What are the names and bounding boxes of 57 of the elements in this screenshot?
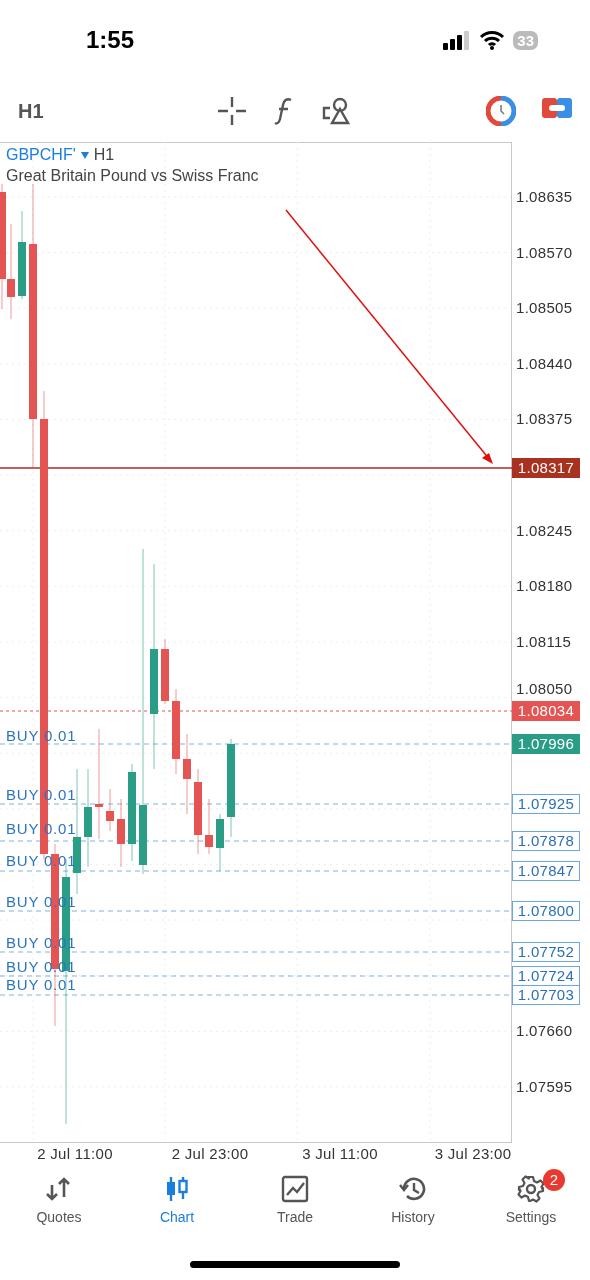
crosshair-icon[interactable] — [218, 97, 246, 125]
battery-level: 33 — [513, 30, 538, 50]
dropdown-icon[interactable] — [80, 151, 89, 159]
price-tag: 1.08034 — [512, 701, 580, 721]
price-axis-label: 1.07595 — [516, 1077, 573, 1096]
notification-badge: 2 — [542, 1169, 565, 1191]
candle — [106, 788, 114, 832]
candle — [117, 798, 125, 868]
order-price-tag: 1.07847 — [512, 861, 580, 881]
time-axis-label: 3 Jul 11:00 — [302, 1145, 378, 1162]
settings-icon — [517, 1175, 545, 1203]
order-price-tag: 1.07925 — [512, 794, 580, 814]
price-axis-label: 1.08050 — [516, 680, 573, 698]
price-axis-label: 1.08570 — [516, 243, 573, 262]
price-tag: 1.08317 — [512, 458, 580, 478]
order-label[interactable]: BUY 0.01 — [6, 935, 77, 951]
time-axis-label: 2 Jul 23:00 — [171, 1145, 249, 1162]
shapes-icon[interactable] — [322, 97, 350, 125]
price-axis-label: 1.07660 — [516, 1022, 573, 1041]
line-chart-icon — [281, 1175, 309, 1203]
order-price-tag: 1.07703 — [512, 985, 580, 1005]
toggle-icon[interactable] — [542, 96, 572, 120]
price-axis-label: 1.08635 — [516, 188, 573, 206]
timeframe-button[interactable]: H1 — [18, 99, 218, 123]
price-axis-label: 1.08180 — [516, 577, 573, 596]
nav-tab[interactable]: Trade — [236, 1169, 354, 1241]
candle — [216, 813, 224, 872]
history-icon — [398, 1175, 428, 1203]
wifi-icon — [479, 30, 506, 50]
nav-tab[interactable]: Settings 2 — [472, 1169, 590, 1241]
symbol-name[interactable]: GBPCHF' — [6, 146, 76, 164]
price-axis-label: 1.08505 — [516, 299, 573, 318]
clock-circle-icon[interactable] — [486, 96, 516, 126]
price-axis-label: 1.08375 — [516, 410, 573, 429]
nav-tab[interactable]: History — [354, 1169, 472, 1241]
price-tag: 1.07996 — [512, 734, 580, 754]
candlestick-icon — [164, 1175, 190, 1203]
price-axis-label: 1.08245 — [516, 521, 573, 540]
price-axis-label: 1.08115 — [516, 632, 572, 651]
price-axis-label: 1.08440 — [516, 354, 573, 373]
nav-tab[interactable]: Quotes — [0, 1169, 118, 1241]
order-price-tag: 1.07878 — [512, 831, 580, 851]
time-axis-label: 3 Jul 23:00 — [434, 1145, 512, 1162]
function-icon[interactable] — [274, 97, 294, 125]
candle — [161, 638, 169, 705]
candle — [205, 798, 213, 855]
order-price-tag: 1.07800 — [512, 901, 580, 921]
symbol-description: Great Britain Pound vs Swiss Franc — [6, 167, 259, 185]
nav-tab[interactable]: Chart — [118, 1169, 236, 1241]
order-label[interactable]: BUY 0.01 — [6, 977, 77, 993]
clock: 1:55 — [86, 26, 135, 54]
chart-timeframe: H1 — [93, 146, 115, 164]
order-label[interactable]: BUY 0.01 — [6, 894, 77, 910]
time-axis-label: 2 Jul 11:00 — [37, 1145, 113, 1162]
order-price-tag: 1.07724 — [512, 966, 580, 986]
signal-icon — [443, 30, 472, 50]
order-price-tag: 1.07752 — [512, 942, 580, 962]
